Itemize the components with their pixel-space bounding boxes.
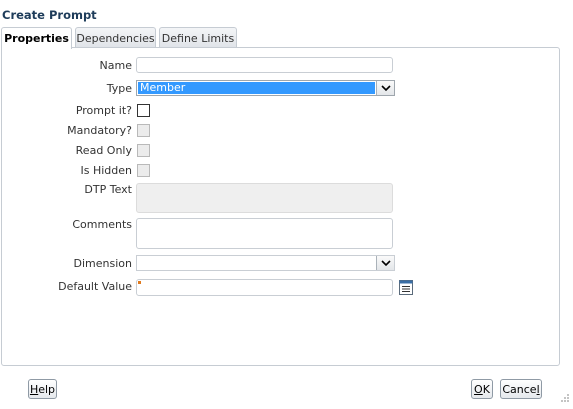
read-only-checkbox[interactable] [137, 144, 150, 157]
is-hidden-checkbox[interactable] [137, 164, 150, 177]
read-only-label: Read Only [75, 144, 132, 157]
tab-dependencies[interactable]: Dependencies [75, 27, 156, 48]
type-select-value: Member [138, 82, 375, 94]
chevron-down-icon[interactable] [376, 81, 394, 95]
ok-label-rest: K [482, 382, 490, 396]
cancel-label-pre: Cance [502, 382, 537, 396]
comments-textarea[interactable] [136, 218, 393, 249]
dialog-title: Create Prompt [2, 8, 97, 22]
mandatory-checkbox[interactable] [137, 124, 150, 137]
name-input[interactable] [136, 57, 393, 73]
dimension-select[interactable] [136, 255, 395, 271]
dtp-text-field[interactable] [136, 183, 393, 213]
mandatory-label: Mandatory? [67, 124, 132, 137]
ok-mnemonic: O [474, 382, 483, 396]
ok-button[interactable]: OK [471, 379, 493, 399]
dimension-select-value [138, 257, 375, 269]
help-mnemonic: H [29, 382, 39, 396]
required-marker-icon [138, 281, 141, 284]
member-selector-icon[interactable] [399, 279, 414, 296]
is-hidden-label: Is Hidden [80, 164, 132, 177]
default-value-input[interactable] [136, 279, 393, 296]
name-label: Name [99, 59, 132, 72]
comments-label: Comments [72, 218, 132, 231]
tab-dependencies-label: Dependencies [76, 31, 155, 45]
tab-properties-label: Properties [4, 32, 69, 45]
prompt-it-checkbox[interactable] [137, 104, 150, 117]
dtp-text-label: DTP Text [84, 183, 132, 196]
type-select[interactable]: Member [136, 80, 395, 96]
cancel-mnemonic: l [536, 382, 540, 396]
cancel-button[interactable]: Cance l [500, 379, 542, 399]
prompt-it-label: Prompt it? [75, 104, 132, 117]
type-label: Type [106, 82, 132, 95]
chevron-down-icon[interactable] [376, 256, 394, 270]
tab-define-limits-label: Define Limits [161, 31, 235, 45]
tab-properties[interactable]: Properties [1, 27, 72, 49]
resize-grip-icon[interactable] [560, 393, 570, 406]
help-label-rest: elp [38, 382, 56, 396]
default-value-label: Default Value [58, 280, 132, 293]
help-button[interactable]: Help [28, 379, 57, 399]
tab-define-limits[interactable]: Define Limits [159, 27, 237, 48]
dimension-label: Dimension [73, 257, 132, 270]
